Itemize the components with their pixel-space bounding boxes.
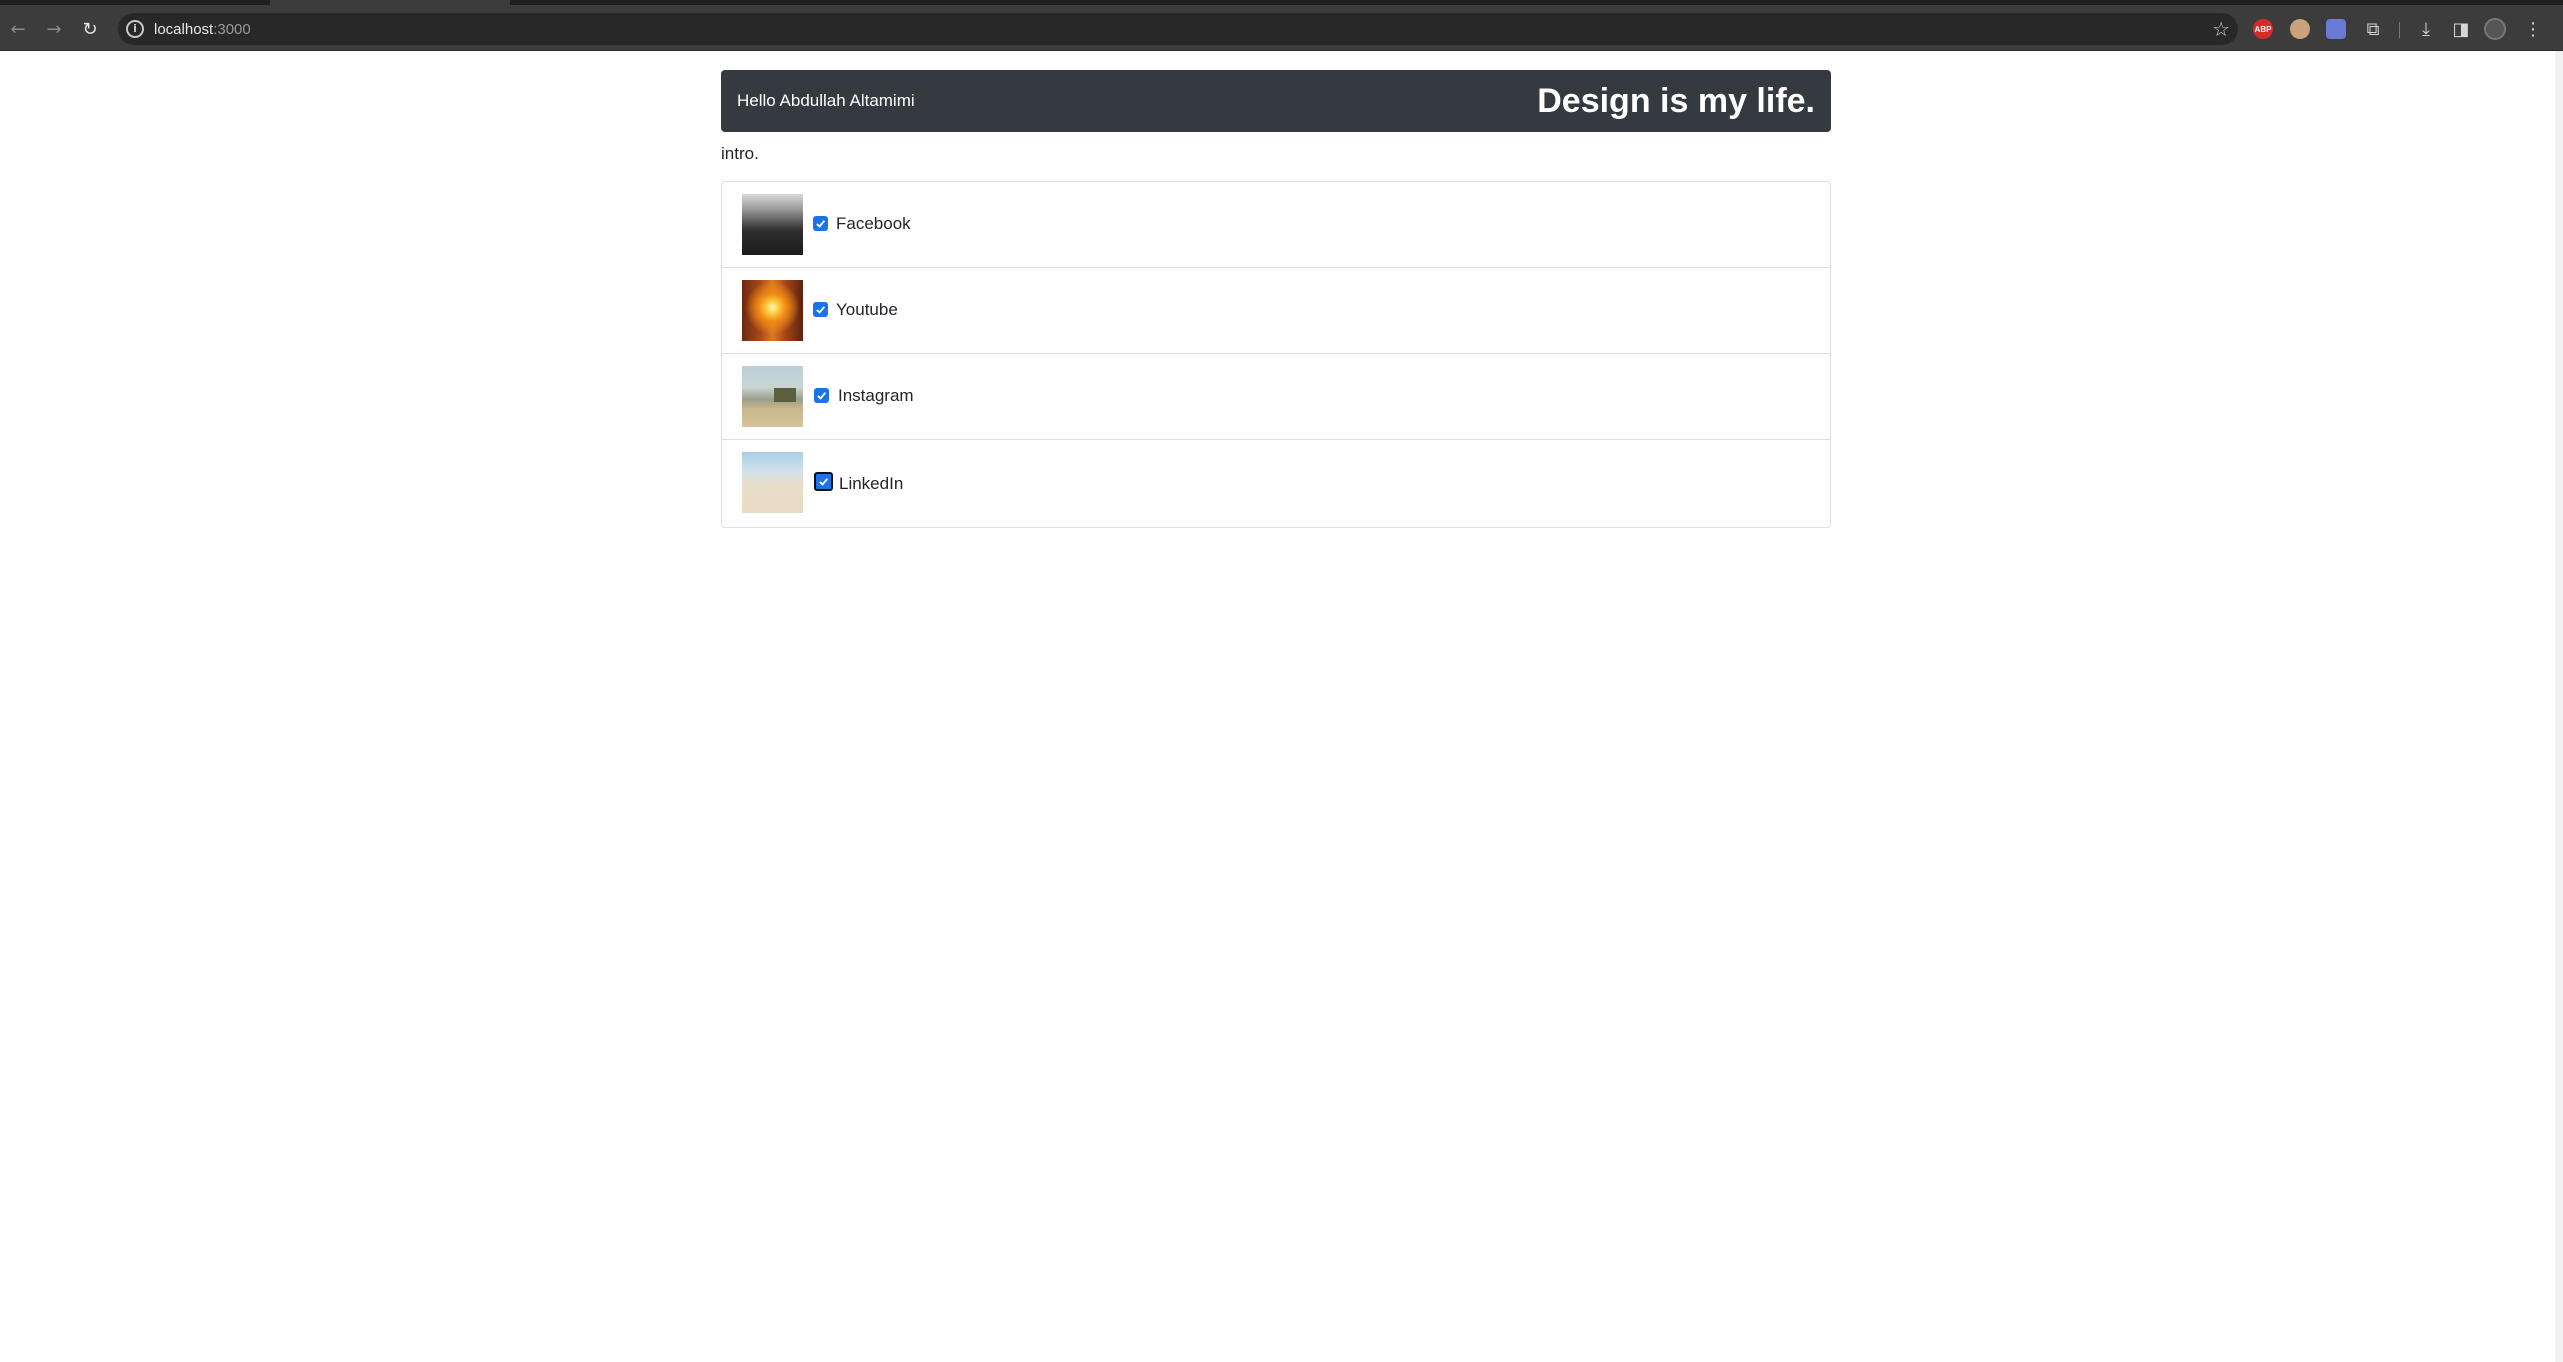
page-scrollbar[interactable]	[2555, 51, 2563, 1362]
list-item: LinkedIn	[722, 440, 1830, 527]
youtube-checkbox[interactable]	[813, 302, 828, 317]
navbar: Hello Abdullah Altamimi Design is my lif…	[721, 70, 1831, 132]
back-button[interactable]: ←	[4, 15, 32, 43]
address-bar[interactable]: i localhost:3000 ☆	[118, 13, 2238, 45]
navbar-greeting: Hello Abdullah Altamimi	[737, 91, 915, 110]
adblock-extension-icon[interactable]: ABP	[2253, 19, 2273, 39]
checkmark-icon	[817, 392, 827, 400]
list-item: Instagram	[722, 354, 1830, 440]
reload-button[interactable]: ↻	[76, 15, 104, 43]
list-item-label: Instagram	[838, 386, 914, 405]
star-icon[interactable]: ☆	[2212, 17, 2230, 41]
list-item: Youtube	[722, 268, 1830, 354]
image-extension-icon[interactable]	[2326, 19, 2346, 39]
forward-button[interactable]: →	[40, 15, 68, 43]
browser-toolbar: ← → ↻ i localhost:3000 ☆ ABP ⧉ ⤓ ◨ ⋮	[0, 5, 2563, 51]
address-url[interactable]: localhost:3000	[154, 21, 251, 38]
address-host: localhost	[154, 21, 214, 38]
side-panel-icon[interactable]: ◨	[2449, 17, 2473, 41]
intro-text: intro.	[721, 144, 759, 163]
social-list: Facebook Youtube Instagram LinkedIn	[721, 181, 1831, 528]
checkmark-icon	[816, 306, 826, 314]
facebook-checkbox[interactable]	[813, 216, 828, 231]
instagram-thumbnail	[742, 366, 803, 427]
checkmark-icon	[816, 220, 826, 228]
toolbar-separator	[2399, 22, 2400, 38]
list-item-label: Youtube	[836, 300, 898, 319]
linkedin-thumbnail	[742, 452, 803, 513]
navbar-brand[interactable]: Design is my life.	[1537, 82, 1815, 121]
puzzle-icon[interactable]: ⧉	[2361, 17, 2385, 41]
youtube-thumbnail	[742, 280, 803, 341]
facebook-thumbnail	[742, 194, 803, 255]
thumbnail-object	[774, 388, 796, 402]
profile-avatar[interactable]	[2484, 18, 2506, 40]
linkedin-checkbox[interactable]	[814, 472, 833, 491]
download-icon[interactable]: ⤓	[2414, 17, 2438, 41]
kebab-menu-icon[interactable]: ⋮	[2521, 17, 2545, 41]
checkmark-icon	[819, 478, 829, 486]
face-extension-icon[interactable]	[2290, 19, 2310, 39]
arrow-right-icon: →	[46, 18, 62, 40]
list-item: Facebook	[722, 182, 1830, 268]
list-item-label: LinkedIn	[839, 474, 904, 493]
instagram-checkbox[interactable]	[814, 388, 829, 403]
info-icon[interactable]: i	[126, 20, 144, 38]
arrow-left-icon: ←	[10, 18, 26, 40]
list-item-label: Facebook	[836, 214, 911, 233]
address-port: :3000	[213, 21, 251, 38]
reload-icon: ↻	[82, 18, 98, 40]
